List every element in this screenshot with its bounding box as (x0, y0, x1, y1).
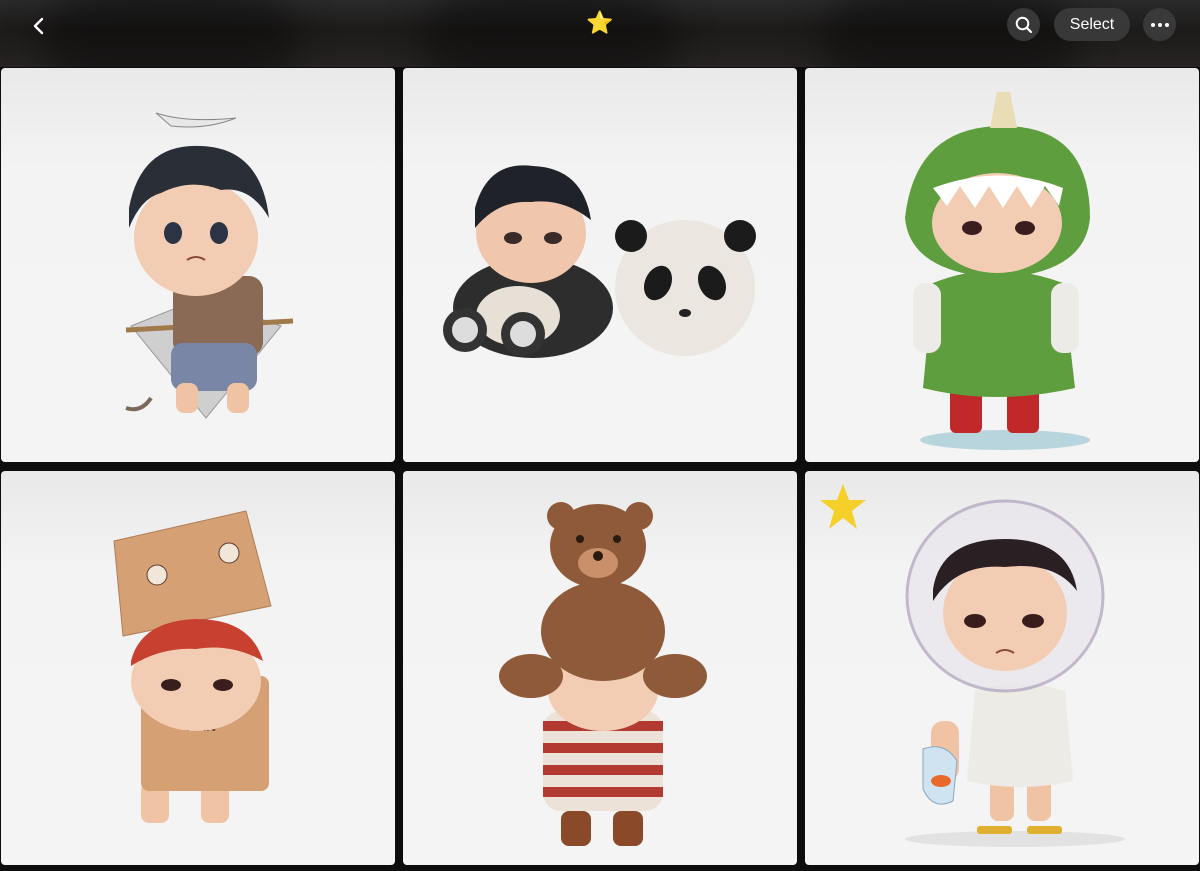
panda-boy-figure-image (443, 165, 756, 358)
background-shade (420, 0, 680, 67)
select-button[interactable]: Select (1054, 8, 1130, 41)
album-title-emoji: ⭐ (586, 10, 614, 35)
photo-thumbnail-dino-raincoat[interactable] (805, 68, 1199, 462)
dino-raincoat-figure-image (905, 92, 1090, 450)
cardboard-dino-figure-image: HRN (113, 510, 272, 823)
search-button[interactable] (1007, 8, 1040, 41)
photo-thumbnail-kite-boy[interactable] (1, 68, 395, 462)
more-options-button[interactable] (1143, 8, 1176, 41)
photo-thumbnail-cardboard-dino[interactable]: HRN (1, 471, 395, 865)
background-shade (40, 0, 300, 67)
back-button[interactable] (22, 9, 56, 43)
navigation-bar: ⭐ Select (0, 0, 1200, 67)
photo-grid: HRN (0, 67, 1200, 871)
favorite-star-icon (820, 484, 866, 529)
photo-thumbnail-bubble-helmet[interactable] (805, 471, 1199, 865)
background-shade (820, 0, 1080, 67)
kite-boy-figure-image (125, 112, 294, 419)
teddy-bear-figure-image (499, 502, 707, 846)
chevron-left-icon (33, 17, 44, 35)
photo-thumbnail-teddy-bear[interactable] (403, 471, 797, 865)
magnifier-icon (1015, 16, 1032, 33)
ellipsis-icon (1150, 22, 1169, 27)
photo-thumbnail-panda-boy[interactable] (403, 68, 797, 462)
